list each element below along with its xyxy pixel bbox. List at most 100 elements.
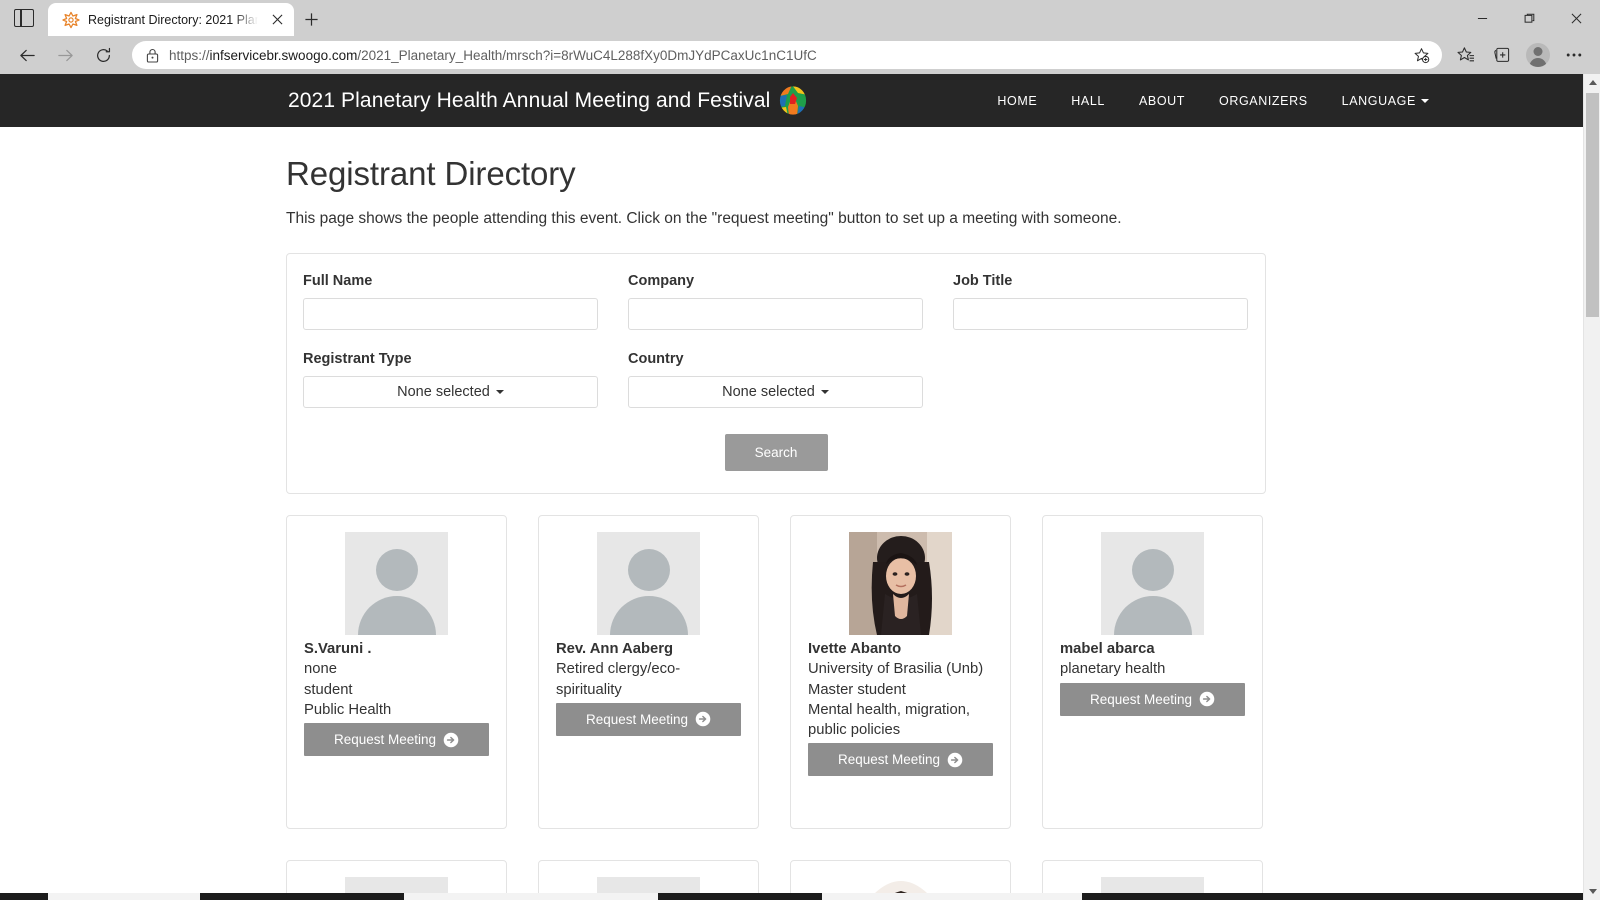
site-navigation: HOME HALL ABOUT ORGANIZERS LANGUAGE xyxy=(980,94,1446,108)
arrow-right-circle-icon xyxy=(443,732,459,748)
minimize-button[interactable] xyxy=(1459,0,1506,36)
tab-title: Registrant Directory: 2021 Planet xyxy=(88,12,258,27)
search-filter-panel: Full Name Company Job Title Registrant T… xyxy=(286,253,1266,494)
filter-row-1: Full Name Company Job Title xyxy=(303,273,1249,330)
new-tab-button[interactable] xyxy=(294,3,328,36)
request-meeting-label: Request Meeting xyxy=(333,732,437,748)
page-title: Registrant Directory xyxy=(286,155,576,192)
avatar-wrapper xyxy=(808,532,993,635)
registrant-card[interactable]: mabel abarca planetary health Request Me… xyxy=(1042,515,1263,829)
full-name-input[interactable] xyxy=(303,298,598,330)
page-description: This page shows the people attending thi… xyxy=(286,210,1122,227)
site-header: 2021 Planetary Health Annual Meeting and… xyxy=(0,74,1583,127)
site-brand[interactable]: 2021 Planetary Health Annual Meeting and… xyxy=(288,85,808,116)
nav-item-organizers-label: ORGANIZERS xyxy=(1219,93,1308,108)
registrant-card[interactable]: S.Varuni . none student Public Health Re… xyxy=(286,515,507,829)
nav-item-language-label: LANGUAGE xyxy=(1341,93,1416,108)
registrant-photo xyxy=(849,532,952,635)
add-favorite-icon[interactable] xyxy=(1406,42,1436,68)
registrant-interest: Public Health xyxy=(304,701,392,718)
request-meeting-label: Request Meeting xyxy=(585,711,689,727)
registrant-name: Rev. Ann Aaberg xyxy=(556,641,674,657)
avatar-wrapper xyxy=(556,532,741,635)
orange-starburst-icon xyxy=(62,11,80,29)
nav-item-home[interactable]: HOME xyxy=(980,94,1054,108)
tab-actions-button[interactable] xyxy=(0,0,48,36)
address-bar[interactable]: https://infservicebr.swoogo.com/2021_Pla… xyxy=(132,41,1442,69)
page-content: Registrant Directory This page shows the… xyxy=(0,155,1583,900)
arrow-right-circle-icon xyxy=(695,711,711,727)
registrant-card[interactable]: Ivette Abanto University of Brasilia (Un… xyxy=(790,515,1011,829)
request-meeting-button[interactable]: Request Meeting xyxy=(808,743,993,777)
nav-item-about-label: ABOUT xyxy=(1138,93,1186,108)
scrollbar-thumb[interactable] xyxy=(1586,93,1599,317)
country-selected-value: None selected xyxy=(722,384,815,400)
field-full-name: Full Name xyxy=(303,273,598,330)
browser-tab[interactable]: Registrant Directory: 2021 Planet xyxy=(48,3,294,36)
tab-list-icon xyxy=(14,9,34,27)
request-meeting-label: Request Meeting xyxy=(837,752,941,768)
nav-item-about[interactable]: ABOUT xyxy=(1122,94,1202,108)
maximize-button[interactable] xyxy=(1506,0,1553,36)
request-meeting-button[interactable]: Request Meeting xyxy=(304,723,489,757)
url-domain: infservicebr.swoogo.com xyxy=(209,47,358,63)
country-select[interactable]: None selected xyxy=(628,376,923,408)
field-registrant-type-label: Registrant Type xyxy=(303,351,412,367)
profile-icon[interactable] xyxy=(1520,39,1556,71)
arrow-right-circle-icon xyxy=(947,752,963,768)
field-company-label: Company xyxy=(628,273,695,289)
nav-item-hall[interactable]: HALL xyxy=(1054,94,1122,108)
filter-spacer xyxy=(953,351,1248,408)
favorites-icon[interactable] xyxy=(1448,39,1484,71)
filter-row-2: Registrant Type None selected Country No… xyxy=(303,351,1249,408)
scroll-down-arrow-icon[interactable] xyxy=(1584,883,1600,900)
back-icon[interactable] xyxy=(8,39,46,71)
close-tab-icon[interactable] xyxy=(266,9,288,31)
web-page: 2021 Planetary Health Annual Meeting and… xyxy=(0,74,1583,900)
registrant-company: Retired clergy/eco-spirituality xyxy=(556,661,681,698)
settings-more-icon[interactable] xyxy=(1556,39,1592,71)
registrant-company: University of Brasilia (Unb) xyxy=(808,661,984,678)
registrant-name: S.Varuni . xyxy=(304,641,372,657)
browser-title-bar: Registrant Directory: 2021 Planet xyxy=(0,0,1600,36)
registrant-type-select[interactable]: None selected xyxy=(303,376,598,408)
url-path: /2021_Planetary_Health/mrsch?i=8rWuC4L28… xyxy=(357,47,817,63)
forward-icon xyxy=(46,39,84,71)
avatar-placeholder-icon xyxy=(597,532,700,635)
job-title-input[interactable] xyxy=(953,298,1248,330)
registrant-card-grid: S.Varuni . none student Public Health Re… xyxy=(286,515,1266,900)
field-job-title: Job Title xyxy=(953,273,1248,330)
window-controls xyxy=(1459,0,1600,36)
content-container: Registrant Directory This page shows the… xyxy=(286,155,1266,900)
field-full-name-label: Full Name xyxy=(303,273,373,289)
search-button-row: Search xyxy=(303,434,1249,471)
registrant-company: none xyxy=(304,661,337,678)
nav-item-language[interactable]: LANGUAGE xyxy=(1325,94,1446,108)
company-input[interactable] xyxy=(628,298,923,330)
nav-item-home-label: HOME xyxy=(997,93,1038,108)
registrant-card[interactable]: Rev. Ann Aaberg Retired clergy/eco-spiri… xyxy=(538,515,759,829)
scroll-up-arrow-icon[interactable] xyxy=(1584,74,1600,91)
field-registrant-type: Registrant Type None selected xyxy=(303,351,598,408)
request-meeting-button[interactable]: Request Meeting xyxy=(556,702,741,736)
field-company: Company xyxy=(628,273,923,330)
field-job-title-label: Job Title xyxy=(953,273,1013,289)
site-brand-title: 2021 Planetary Health Annual Meeting and… xyxy=(288,88,771,112)
registrant-job-title: Master student xyxy=(808,681,906,698)
planetary-globe-logo-icon xyxy=(778,85,808,116)
registrant-interest: Mental health, migration, public policie… xyxy=(808,701,971,739)
url-prefix: https:// xyxy=(169,47,210,63)
nav-item-hall-label: HALL xyxy=(1071,93,1105,108)
collections-icon[interactable] xyxy=(1484,39,1520,71)
registrant-name: Ivette Abanto xyxy=(808,641,902,657)
search-button[interactable]: Search xyxy=(724,434,828,471)
vertical-scrollbar[interactable] xyxy=(1583,74,1600,900)
browser-window: Registrant Directory: 2021 Planet https:… xyxy=(0,0,1600,900)
request-meeting-button[interactable]: Request Meeting xyxy=(1060,682,1245,716)
avatar xyxy=(1526,43,1550,67)
close-window-button[interactable] xyxy=(1553,0,1600,36)
field-country-label: Country xyxy=(628,351,684,367)
reload-icon[interactable] xyxy=(84,39,122,71)
registrant-name: mabel abarca xyxy=(1060,641,1155,657)
nav-item-organizers[interactable]: ORGANIZERS xyxy=(1202,94,1325,108)
